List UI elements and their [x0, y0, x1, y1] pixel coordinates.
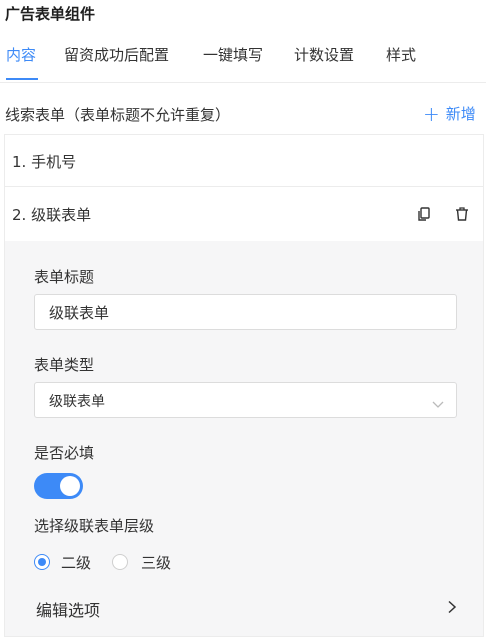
- list-item-label: 1. 手机号: [12, 153, 77, 171]
- trash-icon[interactable]: [454, 206, 470, 222]
- tab-post-submit-config[interactable]: 留资成功后配置: [64, 44, 169, 65]
- copy-icon[interactable]: [416, 206, 432, 222]
- tab-one-click-fill[interactable]: 一键填写: [203, 44, 263, 65]
- level-two-label: 二级: [61, 554, 92, 572]
- list-item[interactable]: 2. 级联表单: [5, 188, 483, 240]
- chevron-right-icon: [445, 599, 459, 614]
- toggle-knob: [60, 476, 80, 496]
- section-label: 线索表单（表单标题不允许重复）: [5, 106, 231, 124]
- tab-content[interactable]: 内容: [6, 44, 36, 65]
- form-list: 1. 手机号 2. 级联表单 表单标题 表单类型 级联表单: [4, 134, 484, 637]
- plus-icon: +: [423, 101, 440, 126]
- level-three-label: 三级: [141, 554, 172, 572]
- tab-style[interactable]: 样式: [386, 44, 416, 65]
- required-toggle[interactable]: [34, 473, 83, 499]
- required-label: 是否必填: [34, 444, 95, 462]
- cascade-level-label: 选择级联表单层级: [34, 517, 155, 535]
- active-tab-indicator: [6, 78, 38, 80]
- edit-options-label: 编辑选项: [36, 601, 101, 620]
- form-title-label: 表单标题: [34, 268, 95, 286]
- form-type-label: 表单类型: [34, 356, 95, 374]
- level-three-radio[interactable]: [112, 554, 128, 570]
- form-title-input[interactable]: [34, 294, 457, 330]
- tab-count-settings[interactable]: 计数设置: [294, 44, 354, 65]
- page-title: 广告表单组件: [5, 5, 96, 23]
- form-type-value: 级联表单: [49, 394, 105, 410]
- tabs-divider: [0, 82, 486, 83]
- level-two-radio[interactable]: [34, 554, 50, 570]
- add-form-label: 新增: [445, 105, 476, 123]
- tab-bar: 内容 留资成功后配置 一键填写 计数设置 样式: [0, 44, 486, 84]
- form-item-editor: 表单标题 表单类型 级联表单 是否必填 选择级联表单层级 二级 三级 编辑选项: [5, 241, 483, 636]
- list-item-label: 2. 级联表单: [12, 206, 92, 224]
- form-type-select[interactable]: 级联表单: [34, 382, 457, 418]
- chevron-down-icon: [432, 395, 444, 408]
- list-item[interactable]: 1. 手机号: [5, 135, 483, 187]
- edit-options-row[interactable]: 编辑选项: [5, 591, 483, 631]
- add-form-button[interactable]: + 新增: [423, 103, 476, 124]
